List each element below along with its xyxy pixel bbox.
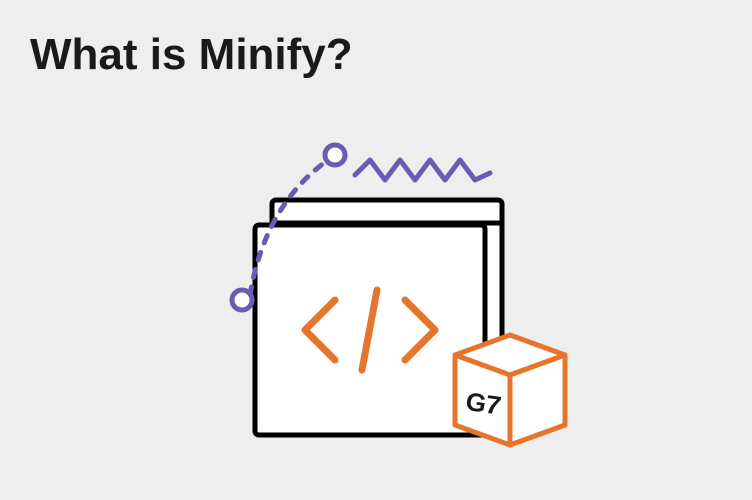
cube-icon: G7: [455, 335, 565, 445]
page-title: What is Minify?: [30, 30, 353, 80]
node-top-icon: [325, 145, 345, 165]
svg-text:G7: G7: [466, 386, 502, 421]
minify-illustration: G7: [210, 135, 570, 465]
node-left-icon: [232, 290, 252, 310]
zigzag-icon: [355, 160, 490, 180]
code-window-illustration-icon: G7: [210, 135, 570, 465]
